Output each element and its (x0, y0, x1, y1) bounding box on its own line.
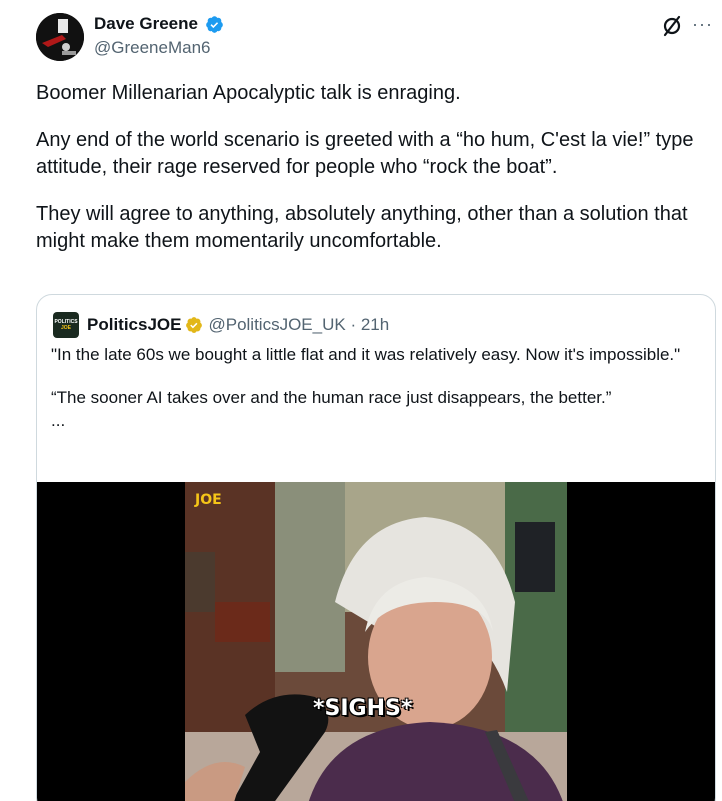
author-display-name[interactable]: Dave Greene (94, 14, 198, 34)
tweet-paragraph: They will agree to anything, absolutely … (36, 203, 694, 252)
quoted-post-header: POLITICS JOE PoliticsJOE @PoliticsJOE_UK… (53, 312, 389, 338)
post: Dave Greene @GreeneMan6 ··· Boomer Mille… (0, 0, 722, 801)
author-handle[interactable]: @GreeneMan6 (94, 37, 224, 59)
quoted-author-avatar[interactable]: POLITICS JOE (53, 312, 79, 338)
quoted-post-text: "In the late 60s we bought a little flat… (51, 343, 691, 432)
tweet-paragraph: Boomer Millenarian Apocalyptic talk is e… (36, 82, 461, 104)
more-icon[interactable]: ··· (692, 14, 716, 38)
quoted-paragraph: "In the late 60s we bought a little flat… (51, 345, 681, 364)
video-still-image (185, 482, 567, 801)
tweet-text: Boomer Millenarian Apocalyptic talk is e… (36, 80, 706, 275)
author-avatar[interactable] (36, 13, 84, 61)
quoted-paragraph: “The sooner AI takes over and the human … (51, 388, 612, 407)
quoted-post[interactable]: POLITICS JOE PoliticsJOE @PoliticsJOE_UK… (36, 294, 716, 801)
quoted-avatar-line2: JOE (60, 325, 71, 331)
video-frame: JOE *SIGHS* (185, 482, 567, 801)
gold-verified-badge-icon (186, 317, 203, 333)
joe-watermark: JOE (195, 492, 222, 508)
grok-icon[interactable] (660, 14, 684, 38)
author-info: Dave Greene @GreeneMan6 (94, 14, 224, 59)
tweet-paragraph: Any end of the world scenario is greeted… (36, 129, 700, 178)
verified-badge-icon (206, 15, 224, 33)
quoted-author-name[interactable]: PoliticsJOE (87, 315, 181, 335)
quoted-ellipsis: ... (51, 411, 66, 430)
video-player[interactable]: JOE *SIGHS* (37, 482, 715, 801)
quoted-author-handle-time[interactable]: @PoliticsJOE_UK · 21h (208, 315, 389, 335)
video-caption: *SIGHS* (313, 696, 413, 721)
